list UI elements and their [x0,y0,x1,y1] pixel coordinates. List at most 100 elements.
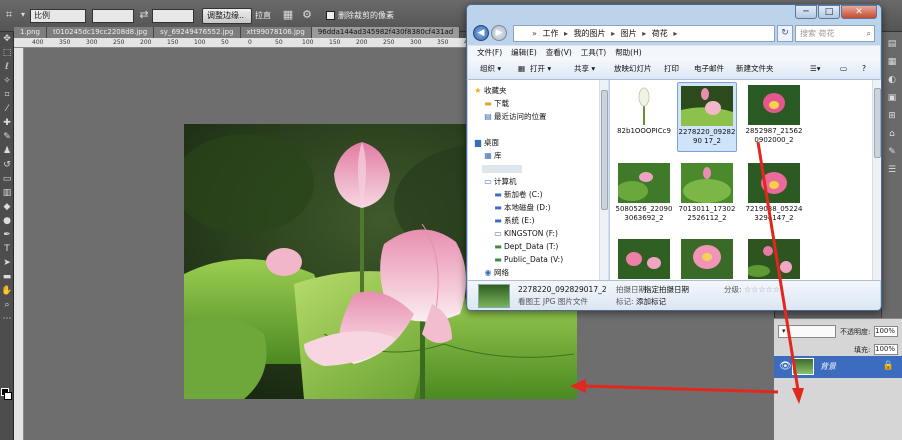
panel-icon[interactable]: ⌂ [886,128,898,140]
blend-mode-select[interactable]: ▾ [778,325,836,338]
file-item[interactable] [744,236,804,280]
panel-icon[interactable]: ⊞ [886,110,898,122]
height-field[interactable] [152,9,194,23]
panel-icon[interactable]: ◐ [886,74,898,86]
breadcrumb-item[interactable]: 我的图片 [574,29,606,38]
doc-tab[interactable]: t010245dc19cc2208d8.jpg [47,27,155,38]
stamp-tool-icon[interactable]: ♟ [1,145,13,158]
nav-network[interactable]: ◉ 网络 [482,266,510,279]
file-item[interactable]: 7219038_05224 3294147_2 [744,160,804,230]
search-input[interactable]: 搜索 荷花 ⌕ [795,25,875,42]
straighten-icon[interactable]: ⊿ [240,8,254,22]
slideshow-button[interactable]: 放映幻灯片 [614,62,652,75]
magic-wand-icon[interactable]: ✧ [1,75,13,88]
history-brush-icon[interactable]: ↺ [1,159,13,172]
breadcrumb-item[interactable]: 荷花 [652,29,668,38]
more-tools-icon[interactable]: ⋯ [1,313,13,326]
nav-scrollbar[interactable] [599,80,608,280]
swap-icon[interactable]: ⇄ [137,8,151,22]
hand-tool-icon[interactable]: ✋ [1,285,13,298]
nav-drive-c[interactable]: ▬ 新加卷 (C:) [492,188,542,201]
back-button[interactable]: ◀ [473,25,489,41]
print-button[interactable]: 打印 [664,62,679,75]
eraser-icon[interactable]: ▭ [1,173,13,186]
nav-favorites[interactable]: ★ 收藏夹 [472,84,506,97]
file-item[interactable] [677,236,737,280]
eyedropper-icon[interactable]: ⁄ [1,103,13,116]
file-item[interactable]: 2852987_21562 0902000_2 [744,82,804,152]
help-icon[interactable]: ? [862,62,866,75]
organize-button[interactable]: 组织 ▾ [480,62,501,75]
nav-scrollbar-thumb[interactable] [601,90,608,210]
eye-icon[interactable]: 👁 [779,361,792,372]
search-icon[interactable]: ⌕ [867,26,871,41]
doc-tab-active[interactable]: 96dda144ad345982f430f8380cf431ad [311,27,461,38]
email-button[interactable]: 电子邮件 [694,62,724,75]
file-item[interactable]: 5080526_22090 3063692_2 [614,160,674,230]
file-item[interactable] [614,236,674,280]
close-button[interactable]: ✕ [841,5,877,19]
file-item-selected[interactable]: 2278220_0928290 17_2 [677,82,737,152]
type-tool-icon[interactable]: T [1,243,13,256]
maximize-button[interactable]: □ [818,5,840,19]
chevron-right-icon[interactable]: ▸ [642,29,646,38]
chevron-right-icon[interactable]: ▸ [673,29,677,38]
straighten-label[interactable]: 拉直 [255,10,271,21]
breadcrumb-item[interactable]: 工作 [542,29,558,38]
path-select-icon[interactable]: ➤ [1,257,13,270]
file-item[interactable]: 82b1OOOPICc9 [614,82,674,152]
shape-tool-icon[interactable]: ▬ [1,271,13,284]
move-tool-icon[interactable]: ✥ [1,33,13,46]
preview-pane-icon[interactable]: ▭ [840,62,847,75]
marquee-tool-icon[interactable]: ⬚ [1,47,13,60]
blur-tool-icon[interactable]: ◆ [1,201,13,214]
nav-drive-e[interactable]: ▬ 系统 (E:) [492,214,534,227]
rating-stars[interactable]: ☆☆☆☆☆ [744,285,780,295]
delete-cropped-checkbox[interactable] [326,11,335,20]
file-item[interactable]: 7013011_17302 2526112_2 [677,160,737,230]
background-color-swatch[interactable] [4,392,12,400]
nav-drive-f[interactable]: ▭ KINGSTON (F:) [492,227,558,240]
crop-tool-icon[interactable]: ⌗ [1,89,13,102]
style-select[interactable]: 比例 [30,9,86,23]
gear-icon[interactable]: ⚙ [300,8,314,22]
files-scrollbar-thumb[interactable] [874,88,881,158]
chevron-right-icon[interactable]: ▸ [564,29,568,38]
minimize-button[interactable]: ─ [795,5,817,19]
nav-drive-t[interactable]: ▬ Dept_Data (T:) [492,240,558,253]
forward-button[interactable]: ▶ [491,25,507,41]
grid-overlay-icon[interactable]: ▦ [281,8,295,22]
tags-value[interactable]: 添加标记 [636,297,666,307]
doc-tab[interactable]: 1.png [14,27,48,38]
pen-tool-icon[interactable]: ✒ [1,229,13,242]
chevron-right-icon[interactable]: ▸ [611,29,615,38]
nav-recent[interactable]: ▤ 最近访问的位置 [482,110,546,123]
panel-icon[interactable]: ▦ [886,56,898,68]
chevron-down-icon[interactable]: ▾ [16,8,30,22]
opacity-value[interactable]: 100% [874,326,898,337]
layer-background-row[interactable]: 👁 背景 🔒 [774,356,902,378]
lasso-tool-icon[interactable]: ℓ [1,61,13,74]
new-folder-button[interactable]: 新建文件夹 [736,62,774,75]
nav-drive-d[interactable]: ▬ 本地磁盘 (D:) [492,201,550,214]
nav-downloads[interactable]: ▬ 下载 [482,97,509,110]
panel-icon[interactable]: ▤ [886,38,898,50]
dodge-tool-icon[interactable]: ● [1,215,13,228]
doc-tab[interactable]: sy_69249476552.jpg [154,27,241,38]
layer-name[interactable]: 背景 [820,361,836,372]
nav-desktop[interactable]: ▆ 桌面 [472,136,499,149]
fill-value[interactable]: 100% [874,344,898,355]
refresh-button[interactable]: ↻ [777,25,793,42]
panel-icon[interactable]: ☰ [886,164,898,176]
share-button[interactable]: 共享 ▾ [574,62,595,75]
width-field[interactable] [92,9,134,23]
crop-tool-icon[interactable]: ⌗ [2,8,16,22]
panel-icon[interactable]: ▣ [886,92,898,104]
gradient-tool-icon[interactable]: ▥ [1,187,13,200]
nav-computer[interactable]: ▭ 计算机 [482,175,516,188]
nav-blurred-item[interactable] [482,162,522,175]
zoom-tool-icon[interactable]: ⌕ [1,299,13,312]
breadcrumb-item[interactable]: 图片 [621,29,637,38]
address-bar[interactable]: » 工作 ▸ 我的图片 ▸ 图片 ▸ 荷花 ▸ [513,25,775,42]
healing-brush-icon[interactable]: ✚ [1,117,13,130]
